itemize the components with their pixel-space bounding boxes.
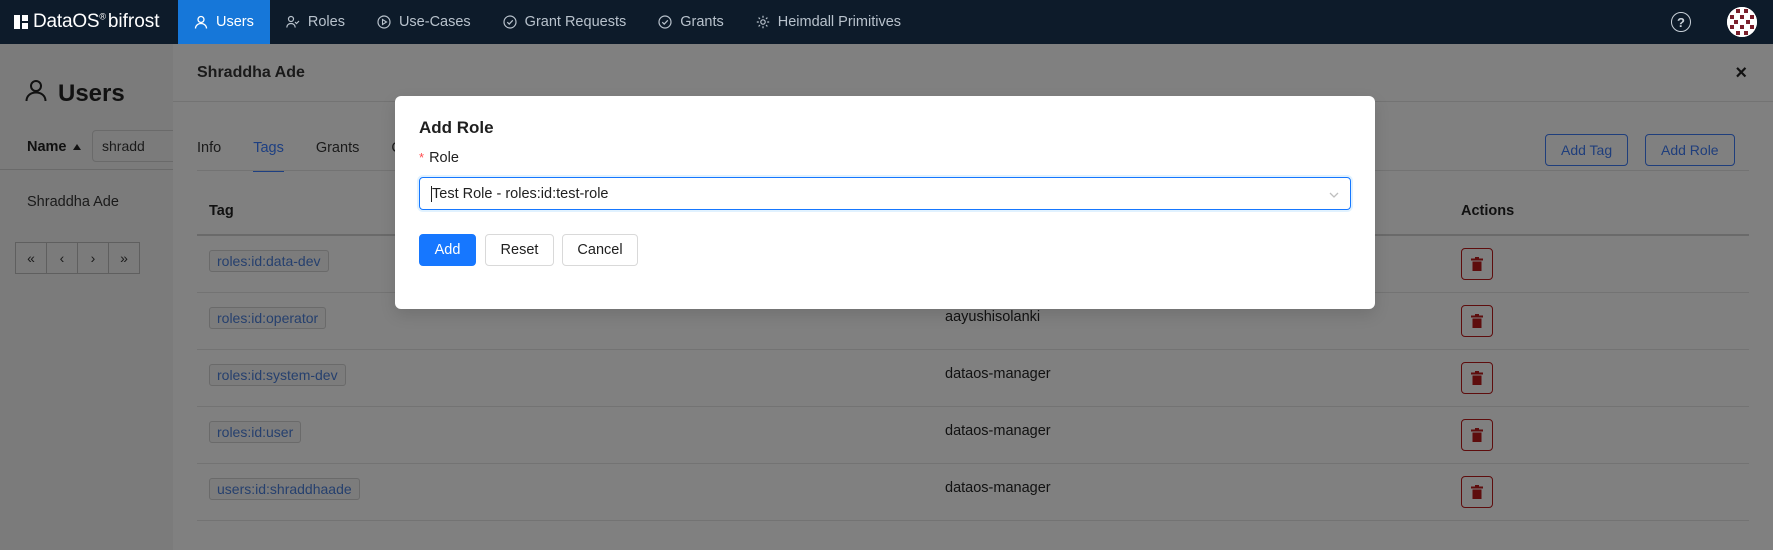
created-by-cell: dataos-manager	[945, 366, 1051, 382]
tag-chip[interactable]: roles:id:user	[209, 421, 302, 443]
gear-icon	[756, 15, 770, 29]
nav-item-users[interactable]: Users	[178, 0, 270, 44]
next-page-button[interactable]: ›	[77, 242, 109, 274]
trash-icon	[1471, 371, 1483, 385]
required-mark: *	[419, 150, 425, 165]
add-role-modal: Add Role * Role Test Role - roles:id:test…	[395, 96, 1375, 309]
user-icon	[194, 15, 208, 29]
nav-item-grant-requests[interactable]: Grant Requests	[487, 0, 643, 44]
chevron-down-icon[interactable]	[1328, 188, 1340, 200]
nav-right: ?	[1671, 0, 1773, 44]
role-field-label: * Role	[419, 150, 459, 166]
add-button[interactable]: Add	[419, 234, 476, 266]
role-select-value: Test Role - roles:id:test-role	[431, 185, 609, 202]
nav-menu: Users Roles Use-Cases Grant Requests Gra…	[178, 0, 917, 44]
first-page-button[interactable]: «	[15, 242, 47, 274]
brand-logo[interactable]: DataOS® bifrost	[0, 0, 178, 44]
trash-icon	[1471, 314, 1483, 328]
created-by-cell: aayushisolanki	[945, 309, 1041, 325]
check-circle-icon	[503, 15, 517, 29]
user-icon	[24, 78, 48, 109]
page-title-text: Users	[58, 79, 125, 107]
prev-page-button[interactable]: ‹	[46, 242, 78, 274]
nav-item-use-cases[interactable]: Use-Cases	[361, 0, 487, 44]
tag-chip[interactable]: roles:id:system-dev	[209, 364, 346, 386]
help-icon[interactable]: ?	[1671, 12, 1691, 32]
delete-button[interactable]	[1461, 476, 1493, 508]
nav-item-label: Grants	[680, 14, 724, 30]
table-row: users:id:shraddhaade dataos-manager	[197, 464, 1749, 521]
cancel-button[interactable]: Cancel	[562, 234, 638, 266]
tab-grants[interactable]: Grants	[316, 140, 360, 172]
close-icon[interactable]: ×	[1735, 62, 1747, 85]
delete-button[interactable]	[1461, 419, 1493, 451]
tab-info[interactable]: Info	[197, 140, 221, 172]
nav-item-label: Users	[216, 14, 254, 30]
dataos-logo-icon	[14, 15, 28, 29]
top-nav: DataOS® bifrost Users Roles Use-Cases Gr…	[0, 0, 1773, 44]
tag-column-header: Tag	[209, 203, 234, 219]
tab-tags[interactable]: Tags	[253, 140, 284, 172]
brand-name: DataOS®	[33, 11, 106, 32]
drawer-header: Shraddha Ade ×	[173, 44, 1773, 102]
nav-item-grants[interactable]: Grants	[642, 0, 740, 44]
add-role-button[interactable]: Add Role	[1645, 134, 1735, 166]
drawer-title: Shraddha Ade	[197, 64, 305, 81]
pagination: « ‹ › »	[15, 242, 140, 274]
delete-button[interactable]	[1461, 248, 1493, 280]
created-by-cell: dataos-manager	[945, 423, 1051, 439]
trash-icon	[1471, 485, 1483, 499]
role-select[interactable]: Test Role - roles:id:test-role	[419, 177, 1351, 210]
nav-item-heimdall-primitives[interactable]: Heimdall Primitives	[740, 0, 917, 44]
nav-item-label: Heimdall Primitives	[777, 14, 902, 30]
created-by-cell: dataos-manager	[945, 480, 1051, 496]
role-label-text: Role	[429, 150, 459, 166]
last-page-button[interactable]: »	[108, 242, 140, 274]
actions-column-header: Actions	[1461, 203, 1515, 219]
nav-item-label: Roles	[307, 14, 345, 30]
tag-chip[interactable]: users:id:shraddhaade	[209, 478, 360, 500]
modal-title: Add Role	[419, 118, 494, 137]
play-circle-icon	[377, 15, 391, 29]
trash-icon	[1471, 257, 1483, 271]
column-name-header[interactable]: Name	[27, 139, 81, 155]
add-tag-button[interactable]: Add Tag	[1545, 134, 1629, 166]
reset-button[interactable]: Reset	[485, 234, 554, 266]
sort-caret-icon[interactable]	[72, 144, 81, 151]
nav-item-label: Grant Requests	[524, 14, 627, 30]
trash-icon	[1471, 428, 1483, 442]
roles-icon	[286, 15, 300, 29]
name-filter-input[interactable]: shradd	[92, 130, 182, 162]
table-row: roles:id:user dataos-manager	[197, 407, 1749, 464]
nav-item-label: Use-Cases	[398, 14, 471, 30]
page-title: Users	[24, 78, 125, 109]
avatar[interactable]	[1727, 7, 1757, 37]
tag-chip[interactable]: roles:id:data-dev	[209, 250, 329, 272]
nav-item-roles[interactable]: Roles	[270, 0, 361, 44]
tag-chip[interactable]: roles:id:operator	[209, 307, 327, 329]
brand-product: bifrost	[107, 11, 160, 32]
table-row: roles:id:system-dev dataos-manager	[197, 350, 1749, 407]
users-page: Users Name shradd Shraddha Ade « ‹ › »	[0, 44, 182, 550]
table-row[interactable]: Shraddha Ade	[27, 194, 119, 210]
delete-button[interactable]	[1461, 362, 1493, 394]
check-circle-icon	[658, 15, 672, 29]
users-table-header: Name shradd	[0, 122, 182, 170]
delete-button[interactable]	[1461, 305, 1493, 337]
column-name-label: Name	[27, 139, 67, 155]
